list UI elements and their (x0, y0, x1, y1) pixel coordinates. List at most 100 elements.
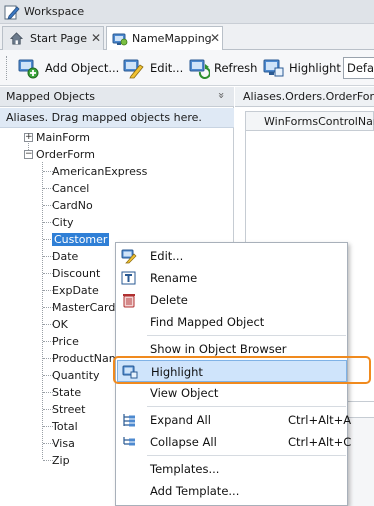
home-icon (9, 32, 24, 45)
column-header-label: WinFormsControlName (264, 115, 374, 128)
menu-item-shortcut: Ctrl+Alt+C (288, 435, 352, 449)
edit-icon (123, 59, 144, 79)
rename-icon (121, 271, 136, 285)
highlight-icon (263, 59, 284, 77)
tree-node-label: Price (52, 335, 79, 348)
tab-strip: Start Page ✕ NameMapping ✕ (0, 24, 374, 51)
tree-node-label: MasterCard (52, 301, 116, 314)
menu-item-label: Show in Object Browser (150, 342, 287, 356)
panel-title: Mapped Objects (6, 90, 95, 103)
tree-node-label: City (52, 216, 74, 229)
edit-icon (121, 249, 137, 264)
tab-start-page[interactable]: Start Page ✕ (2, 26, 104, 50)
tree-node-label: Quantity (52, 369, 100, 382)
tree-node-label: Zip (52, 454, 70, 467)
menu-item-expand-all[interactable]: Expand All Ctrl+Alt+A (117, 409, 351, 431)
tree-node-label: CardNo (52, 199, 93, 212)
aliases-hint: Aliases. Drag mapped objects here. (0, 108, 234, 128)
tree-node-quantity[interactable]: Quantity (52, 367, 100, 384)
tree-node-label: AmericanExpress (52, 165, 148, 178)
collapse-panel-icon[interactable]: » (215, 92, 228, 99)
tree-line (42, 162, 43, 459)
menu-separator (147, 335, 346, 336)
tree-node-label: Date (52, 250, 79, 263)
menu-item-label: Edit... (150, 249, 184, 263)
highlight-button[interactable]: Highlight (262, 54, 342, 82)
tree-node-label: MainForm (36, 131, 90, 144)
tree-node-label: Total (52, 420, 78, 433)
tree-node-label: Cancel (52, 182, 90, 195)
menu-item-label: Add Template... (150, 484, 240, 498)
delete-icon (123, 294, 135, 308)
refresh-button[interactable]: Refresh (188, 54, 257, 82)
tree-node-label: Customer (52, 233, 110, 246)
close-icon[interactable]: ✕ (91, 31, 101, 45)
tree-node-label: Visa (52, 437, 75, 450)
pencil-doc-icon (4, 5, 20, 20)
menu-item-label: View Object (150, 386, 219, 400)
toolbar-grip (6, 56, 8, 80)
column-header[interactable]: WinFormsControlName (245, 111, 374, 131)
menu-item-label: Delete (150, 293, 188, 307)
tree-node-cardno[interactable]: CardNo (52, 197, 93, 214)
tree-node-customer[interactable]: Customer (52, 231, 110, 248)
menu-item-label: Templates... (150, 462, 220, 476)
menu-item-templates[interactable]: Templates... (117, 458, 347, 480)
tree-node-state[interactable]: State (52, 384, 81, 401)
mapped-objects-header: Mapped Objects » (0, 87, 234, 107)
tree-node-city[interactable]: City (52, 214, 74, 231)
tree-node-label: OK (52, 318, 68, 331)
tree-node-date[interactable]: Date (52, 248, 78, 265)
menu-item-delete[interactable]: Delete (117, 289, 347, 311)
menu-separator (147, 406, 346, 407)
edit-label: Edit... (150, 61, 184, 75)
tab-namemapping[interactable]: NameMapping ✕ (106, 26, 223, 51)
tab-start-page-label: Start Page (30, 32, 87, 45)
highlight-label: Highlight (289, 61, 341, 75)
menu-item-view-object[interactable]: View Object (117, 382, 347, 404)
namemapping-icon (112, 33, 128, 46)
menu-item-label: Expand All (150, 413, 211, 427)
edit-button[interactable]: Edit... (122, 54, 184, 82)
tree-node-visa[interactable]: Visa (52, 435, 75, 452)
tree-node-label: Street (52, 403, 86, 416)
menu-item-rename[interactable]: Rename (117, 267, 347, 289)
tree-node-price[interactable]: Price (52, 333, 79, 350)
tree-node-mastercard[interactable]: MasterCard (52, 299, 115, 316)
menu-separator (147, 455, 346, 456)
tree-node-americanexpress[interactable]: AmericanExpress (52, 163, 147, 180)
collapse-icon[interactable]: − (24, 150, 33, 159)
add-object-button[interactable]: Add Object... (17, 54, 119, 82)
aliases-hint-text: Aliases. Drag mapped objects here. (6, 111, 202, 124)
expand-all-icon (123, 414, 135, 427)
tree-node-label: State (52, 386, 82, 399)
tree-node-total[interactable]: Total (52, 418, 78, 435)
tree-node-cancel[interactable]: Cancel (52, 180, 89, 197)
tree-node-label: ExpDate (52, 284, 99, 297)
aliases-header: Aliases.Orders.OrderForm (235, 87, 374, 107)
tree-node-street[interactable]: Street (52, 401, 85, 418)
menu-item-label: Collapse All (150, 435, 217, 449)
collapse-all-icon (123, 437, 135, 446)
toolbar: Add Object... Edit... Refresh Highlight … (0, 50, 374, 86)
aliases-path: Aliases.Orders.OrderForm (243, 90, 374, 103)
menu-item-collapse-all[interactable]: Collapse All Ctrl+Alt+C (117, 431, 351, 453)
tree-node-label: Discount (52, 267, 101, 280)
tree-node-expdate[interactable]: ExpDate (52, 282, 99, 299)
close-icon[interactable]: ✕ (210, 31, 220, 45)
menu-item-find-mapped-object[interactable]: Find Mapped Object (117, 311, 347, 333)
add-object-icon (18, 59, 39, 79)
menu-item-shortcut: Ctrl+Alt+A (288, 413, 352, 427)
tree-node-zip[interactable]: Zip (52, 452, 70, 469)
highlight-callout (113, 356, 371, 384)
tree-node-discount[interactable]: Discount (52, 265, 100, 282)
tree-node-ok[interactable]: OK (52, 316, 68, 333)
default-select[interactable]: Defau (343, 57, 374, 79)
expand-icon[interactable]: + (24, 133, 33, 142)
tab-namemapping-label: NameMapping (132, 32, 212, 45)
menu-item-label: Find Mapped Object (150, 315, 265, 329)
tree-node-label: OrderForm (36, 148, 95, 161)
menu-item-edit[interactable]: Edit... (117, 245, 347, 267)
menu-item-add-template[interactable]: Add Template... (117, 480, 347, 502)
refresh-icon (189, 59, 210, 79)
